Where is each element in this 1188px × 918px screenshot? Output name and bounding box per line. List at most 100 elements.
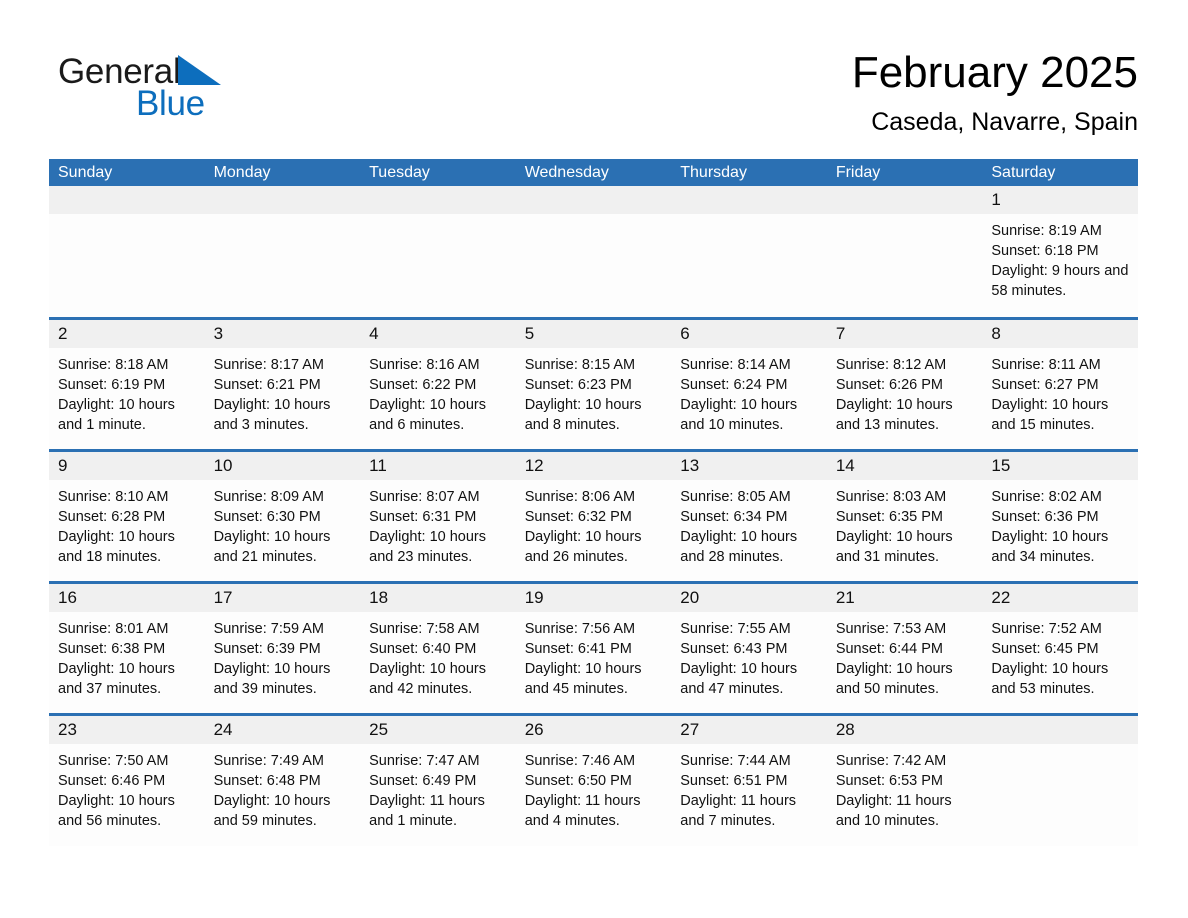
sunset-text: Sunset: 6:53 PM <box>835 772 944 789</box>
page-header: General Blue February 2025 Caseda, Navar… <box>0 0 1188 152</box>
day-number: 10 <box>204 451 361 480</box>
daylight-text: Daylight: 10 hours and 8 minutes. <box>524 396 642 433</box>
daylight-text: Daylight: 10 hours and 21 minutes. <box>213 528 331 565</box>
sunrise-text: Sunrise: 8:06 AM <box>524 488 636 505</box>
day-cell-inner: 3 Sunrise: 8:17 AM Sunset: 6:21 PM Daylight… <box>204 319 361 449</box>
day-cell-details: Sunrise: 8:14 AM Sunset: 6:24 PM Daylight:… <box>671 348 827 435</box>
calendar-day-cell[interactable]: 5 Sunrise: 8:15 AM Sunset: 6:23 PM Daylight… <box>515 316 672 450</box>
sunset-text: Sunset: 6:35 PM <box>835 508 944 525</box>
calendar-day-cell[interactable]: 27 Sunrise: 7:44 AM Sunset: 6:51 PM Dayligh… <box>671 712 827 847</box>
daylight-text: Daylight: 10 hours and 42 minutes. <box>369 660 486 697</box>
daylight-text: Daylight: 10 hours and 50 minutes. <box>835 660 953 697</box>
sunrise-text: Sunrise: 7:46 AM <box>524 752 636 769</box>
calendar-day-cell-empty <box>360 186 516 318</box>
calendar-day-cell[interactable]: 21 Sunrise: 7:53 AM Sunset: 6:44 PM Dayligh… <box>826 580 983 714</box>
calendar-day-cell[interactable]: 9 Sunrise: 8:10 AM Sunset: 6:28 PM Daylight… <box>49 448 205 582</box>
day-number: 3 <box>204 319 361 348</box>
sunrise-text: Sunrise: 8:18 AM <box>58 356 169 373</box>
day-cell-details: Sunrise: 8:07 AM Sunset: 6:31 PM Daylight:… <box>360 480 516 567</box>
calendar-day-cell[interactable]: 10 Sunrise: 8:09 AM Sunset: 6:30 PM Dayligh… <box>204 448 361 582</box>
sunset-text: Sunset: 6:38 PM <box>58 640 166 657</box>
calendar-day-cell[interactable]: 28 Sunrise: 7:42 AM Sunset: 6:53 PM Dayligh… <box>826 712 983 847</box>
day-number: 27 <box>671 715 827 744</box>
daylight-text: Daylight: 10 hours and 23 minutes. <box>369 528 486 565</box>
day-number: 1 <box>982 186 1138 214</box>
sunrise-text: Sunrise: 8:10 AM <box>58 488 169 505</box>
day-cell-details: Sunrise: 7:53 AM Sunset: 6:44 PM Daylight:… <box>827 612 983 699</box>
sunrise-text: Sunrise: 7:47 AM <box>369 752 480 769</box>
calendar-week-row: 23 Sunrise: 7:50 AM Sunset: 6:46 PM Dayligh… <box>49 712 1138 847</box>
sunset-text: Sunset: 6:39 PM <box>213 640 321 657</box>
day-cell-inner: 28 Sunrise: 7:42 AM Sunset: 6:53 PM Dayligh… <box>826 715 983 847</box>
weekday-header-monday: Monday <box>204 159 361 186</box>
day-cell-inner: 22 Sunrise: 7:52 AM Sunset: 6:45 PM Dayligh… <box>982 583 1138 713</box>
calendar-day-cell[interactable]: 3 Sunrise: 8:17 AM Sunset: 6:21 PM Daylight… <box>204 316 361 450</box>
day-cell-inner: 23 Sunrise: 7:50 AM Sunset: 6:46 PM Dayligh… <box>49 715 205 847</box>
sunrise-text: Sunrise: 7:59 AM <box>213 620 324 637</box>
sunset-text: Sunset: 6:48 PM <box>213 772 321 789</box>
daylight-text: Daylight: 10 hours and 10 minutes. <box>680 396 798 433</box>
day-number: 24 <box>204 715 361 744</box>
day-cell-inner: 17 Sunrise: 7:59 AM Sunset: 6:39 PM Dayligh… <box>204 583 361 713</box>
day-cell-inner: 5 Sunrise: 8:15 AM Sunset: 6:23 PM Daylight… <box>515 319 672 449</box>
day-cell-details: Sunrise: 8:19 AM Sunset: 6:18 PM Daylight:… <box>982 214 1138 301</box>
calendar-week-row: 1 Sunrise: 8:19 AM Sunset: 6:18 PM Daylight… <box>49 186 1138 318</box>
daylight-text: Daylight: 10 hours and 13 minutes. <box>835 396 953 433</box>
calendar-day-cell[interactable]: 1 Sunrise: 8:19 AM Sunset: 6:18 PM Daylight… <box>982 186 1138 318</box>
day-cell-inner <box>49 186 205 317</box>
weekday-header-friday: Friday <box>826 159 983 186</box>
day-number: 18 <box>360 583 516 612</box>
calendar-day-cell[interactable]: 8 Sunrise: 8:11 AM Sunset: 6:27 PM Daylight… <box>982 316 1138 450</box>
calendar-day-cell[interactable]: 20 Sunrise: 7:55 AM Sunset: 6:43 PM Dayligh… <box>671 580 827 714</box>
calendar-day-cell[interactable]: 16 Sunrise: 8:01 AM Sunset: 6:38 PM Dayligh… <box>49 580 205 714</box>
sunrise-text: Sunrise: 7:58 AM <box>369 620 480 637</box>
calendar-day-cell[interactable]: 25 Sunrise: 7:47 AM Sunset: 6:49 PM Dayligh… <box>360 712 516 846</box>
calendar-day-cell[interactable]: 11 Sunrise: 8:07 AM Sunset: 6:31 PM Dayligh… <box>360 448 516 582</box>
day-number: 12 <box>515 451 672 480</box>
calendar-day-cell[interactable]: 12 Sunrise: 8:06 AM Sunset: 6:32 PM Dayligh… <box>515 448 672 582</box>
weekday-header-wednesday: Wednesday <box>515 159 672 186</box>
calendar-day-cell[interactable]: 17 Sunrise: 7:59 AM Sunset: 6:39 PM Dayligh… <box>204 580 361 714</box>
day-cell-inner: 12 Sunrise: 8:06 AM Sunset: 6:32 PM Dayligh… <box>515 451 672 581</box>
day-cell-details: Sunrise: 7:56 AM Sunset: 6:41 PM Daylight:… <box>516 612 672 699</box>
day-cell-inner: 27 Sunrise: 7:44 AM Sunset: 6:51 PM Dayligh… <box>671 715 827 847</box>
sunrise-text: Sunrise: 7:53 AM <box>835 620 947 637</box>
weekday-header-thursday: Thursday <box>671 159 827 186</box>
calendar-day-cell[interactable]: 18 Sunrise: 7:58 AM Sunset: 6:40 PM Dayligh… <box>360 580 516 714</box>
sunrise-text: Sunrise: 8:02 AM <box>991 488 1102 505</box>
sunrise-text: Sunrise: 8:07 AM <box>369 488 480 505</box>
calendar-day-cell-empty <box>982 712 1138 846</box>
general-blue-logo[interactable]: General Blue <box>58 52 328 132</box>
day-cell-details: Sunrise: 8:11 AM Sunset: 6:27 PM Daylight:… <box>982 348 1138 435</box>
calendar-day-cell[interactable]: 24 Sunrise: 7:49 AM Sunset: 6:48 PM Dayligh… <box>204 712 361 846</box>
calendar-day-cell[interactable]: 14 Sunrise: 8:03 AM Sunset: 6:35 PM Dayligh… <box>826 448 983 582</box>
calendar-day-cell[interactable]: 19 Sunrise: 7:56 AM Sunset: 6:41 PM Dayligh… <box>515 580 672 714</box>
calendar-day-cell[interactable]: 23 Sunrise: 7:50 AM Sunset: 6:46 PM Dayligh… <box>49 712 205 847</box>
sunset-text: Sunset: 6:28 PM <box>58 508 166 525</box>
day-number: 22 <box>982 583 1138 612</box>
sunset-text: Sunset: 6:19 PM <box>58 376 166 393</box>
calendar-day-cell[interactable]: 26 Sunrise: 7:46 AM Sunset: 6:50 PM Dayligh… <box>515 712 672 846</box>
calendar-day-cell-empty <box>515 186 672 318</box>
daylight-text: Daylight: 10 hours and 34 minutes. <box>991 528 1109 565</box>
day-cell-inner: 7 Sunrise: 8:12 AM Sunset: 6:26 PM Daylight… <box>826 319 983 449</box>
calendar-day-cell[interactable]: 6 Sunrise: 8:14 AM Sunset: 6:24 PM Daylight… <box>671 316 827 450</box>
calendar-day-cell[interactable]: 15 Sunrise: 8:02 AM Sunset: 6:36 PM Dayligh… <box>982 448 1138 582</box>
daylight-text: Daylight: 11 hours and 7 minutes. <box>680 792 797 829</box>
sunset-text: Sunset: 6:31 PM <box>369 508 477 525</box>
page-subtitle-location: Caseda, Navarre, Spain <box>871 108 1138 136</box>
calendar-day-cell[interactable]: 22 Sunrise: 7:52 AM Sunset: 6:45 PM Dayligh… <box>982 580 1138 714</box>
daylight-text: Daylight: 10 hours and 39 minutes. <box>213 660 331 697</box>
day-cell-inner: 13 Sunrise: 8:05 AM Sunset: 6:34 PM Dayligh… <box>671 451 827 581</box>
daylight-text: Daylight: 10 hours and 53 minutes. <box>991 660 1109 697</box>
calendar-day-cell[interactable]: 7 Sunrise: 8:12 AM Sunset: 6:26 PM Daylight… <box>826 316 983 450</box>
day-number <box>204 186 361 214</box>
calendar-day-cell[interactable]: 2 Sunrise: 8:18 AM Sunset: 6:19 PM Daylight… <box>49 316 205 450</box>
calendar-page: General Blue February 2025 Caseda, Navar… <box>0 0 1188 918</box>
day-cell-details: Sunrise: 7:58 AM Sunset: 6:40 PM Daylight:… <box>360 612 516 699</box>
day-number: 7 <box>826 319 983 348</box>
sunset-text: Sunset: 6:49 PM <box>369 772 477 789</box>
calendar-day-cell[interactable]: 13 Sunrise: 8:05 AM Sunset: 6:34 PM Dayligh… <box>671 448 827 582</box>
calendar-day-cell[interactable]: 4 Sunrise: 8:16 AM Sunset: 6:22 PM Daylight… <box>360 316 516 450</box>
day-cell-inner: 4 Sunrise: 8:16 AM Sunset: 6:22 PM Daylight… <box>360 319 516 449</box>
